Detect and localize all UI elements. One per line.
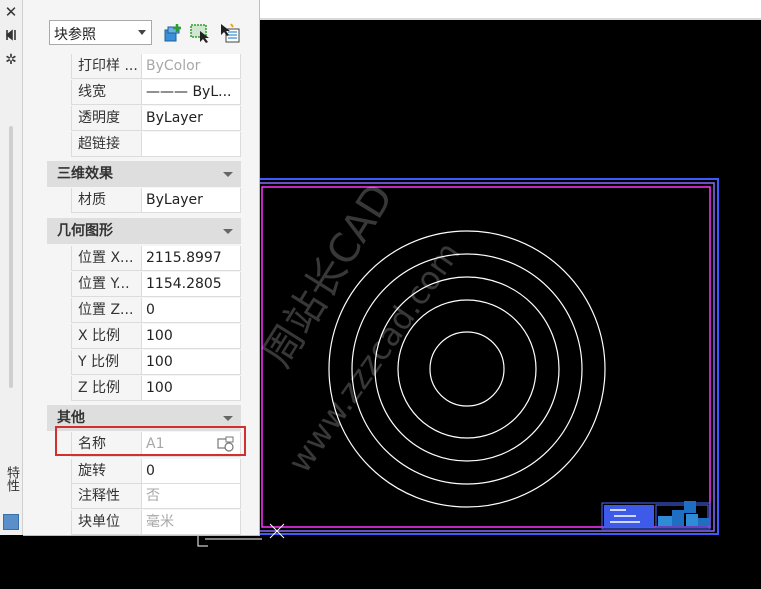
property-row[interactable]: Z 比例 100 <box>47 376 241 402</box>
collapse-arrow-icon <box>223 229 233 234</box>
property-label: 位置 Y... <box>71 272 141 297</box>
collapse-arrow-icon <box>223 416 233 421</box>
chevron-down-icon <box>138 30 146 35</box>
property-label: 打印样 ... <box>71 54 141 79</box>
property-label: 位置 Z... <box>71 298 141 323</box>
property-value[interactable]: 毫米 <box>141 510 241 535</box>
collapse-arrow-icon <box>223 172 233 177</box>
property-label: 位置 X... <box>71 246 141 271</box>
properties-palette-icon[interactable] <box>3 514 19 530</box>
property-label: 旋转 <box>71 459 141 484</box>
property-label: 超链接 <box>71 132 141 157</box>
drawing-tab-strip-border <box>260 18 761 20</box>
drawing-tab-strip <box>260 0 761 18</box>
property-value[interactable]: 0 <box>141 459 241 484</box>
property-row[interactable]: 位置 Y... 1154.2805 <box>47 272 241 298</box>
property-value[interactable]: 100 <box>141 324 241 349</box>
property-value[interactable] <box>141 132 241 157</box>
property-value[interactable]: ——— ByL... <box>141 80 241 105</box>
property-label: X 比例 <box>71 324 141 349</box>
property-value[interactable]: 否 <box>141 484 241 509</box>
property-value[interactable]: 1154.2805 <box>141 272 241 297</box>
property-row[interactable]: X 比例 100 <box>47 324 241 350</box>
property-value[interactable]: ByLayer <box>141 188 241 213</box>
title-block <box>601 501 711 530</box>
watermark: 周站长CAD www.zzzcad.com <box>254 176 467 479</box>
gear-icon[interactable]: ✲ <box>3 52 19 68</box>
section-title: 三维效果 <box>57 166 113 182</box>
quick-select-icon[interactable] <box>162 22 184 44</box>
property-row[interactable]: 线宽 ——— ByL... <box>47 80 241 106</box>
palette-scrollbar[interactable] <box>9 126 13 388</box>
property-value[interactable]: ByColor <box>141 54 241 79</box>
property-value[interactable]: 0 <box>141 298 241 323</box>
property-row[interactable]: 透明度 ByLayer <box>47 106 241 132</box>
palette-title: 特性 <box>4 466 19 492</box>
object-type-dropdown[interactable]: 块参照 <box>49 20 152 45</box>
property-label: 透明度 <box>71 106 141 131</box>
property-value[interactable]: 2115.8997 <box>141 246 241 271</box>
object-type-value: 块参照 <box>54 27 96 43</box>
property-label: 注释性 <box>71 484 141 509</box>
property-row[interactable]: 块单位 毫米 <box>47 510 241 535</box>
property-row[interactable]: 注释性 否 <box>47 484 241 510</box>
property-label: 材质 <box>71 188 141 213</box>
section-header-3d-effects[interactable]: 三维效果 <box>47 161 241 187</box>
property-value[interactable]: 100 <box>141 376 241 401</box>
select-objects-icon[interactable] <box>189 22 211 44</box>
close-icon[interactable]: ✕ <box>3 4 19 20</box>
property-value[interactable]: 100 <box>141 350 241 375</box>
property-label: 线宽 <box>71 80 141 105</box>
section-header-geometry[interactable]: 几何图形 <box>47 218 241 244</box>
property-row[interactable]: 打印样 ... ByColor <box>47 54 241 80</box>
autohide-icon[interactable] <box>3 27 19 43</box>
property-row[interactable]: 位置 X... 2115.8997 <box>47 246 241 272</box>
property-value[interactable]: ByLayer <box>141 106 241 131</box>
property-row[interactable]: 超链接 <box>47 132 241 158</box>
property-row[interactable]: 旋转 0 <box>47 459 241 485</box>
property-label: Y 比例 <box>71 350 141 375</box>
pickadd-toggle-icon[interactable] <box>219 22 241 44</box>
property-label: Z 比例 <box>71 376 141 401</box>
property-label: 块单位 <box>71 510 141 535</box>
property-row[interactable]: Y 比例 100 <box>47 350 241 376</box>
property-row[interactable]: 材质 ByLayer <box>47 188 241 214</box>
palette-title-bar[interactable]: ✕ ✲ 特性 <box>0 0 23 535</box>
section-title: 几何图形 <box>57 223 113 239</box>
highlight-box <box>55 426 246 456</box>
property-row[interactable]: 位置 Z... 0 <box>47 298 241 324</box>
